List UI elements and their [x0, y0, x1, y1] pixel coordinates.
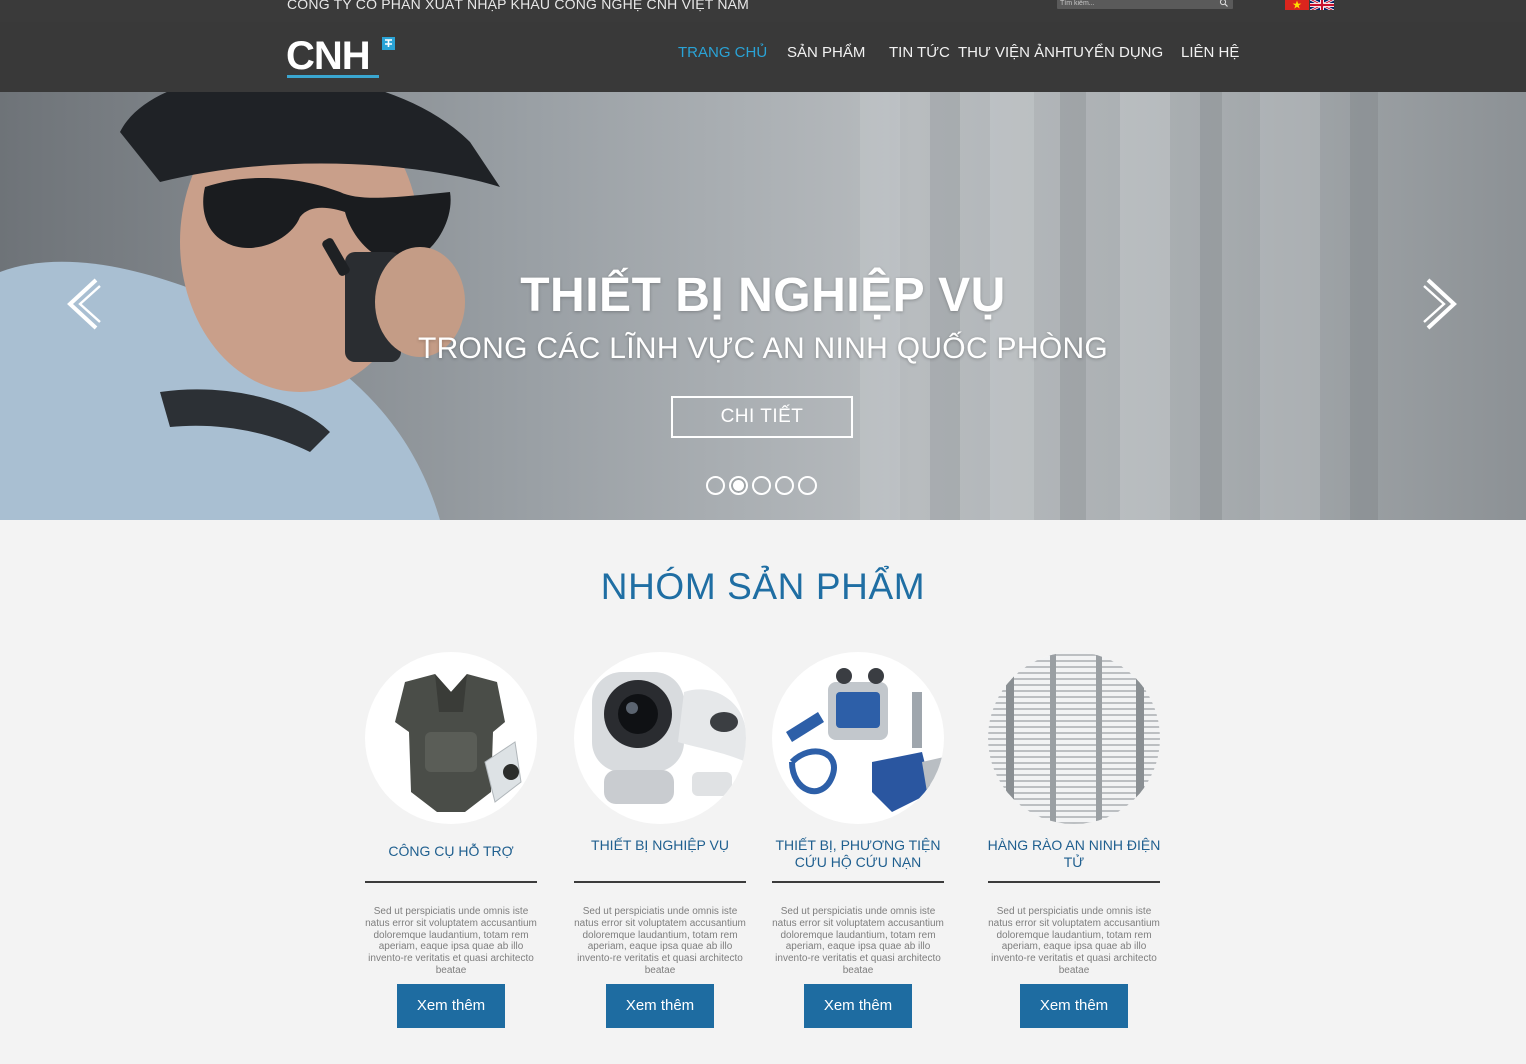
logo-underline	[287, 75, 379, 78]
search-icon[interactable]	[1219, 0, 1229, 8]
product-description: Sed ut perspiciatis unde omnis iste natu…	[365, 906, 537, 976]
product-name[interactable]: THIẾT BỊ, PHƯƠNG TIỆN CỨU HỘ CỨU NẠN	[763, 837, 953, 871]
nav-thu-vien-anh[interactable]: THƯ VIỆN ẢNH	[958, 44, 1066, 61]
top-bar: CÔNG TY CỔ PHẦN XUẤT NHẬP KHẨU CÔNG NGHỆ…	[0, 0, 1526, 22]
product-divider	[988, 881, 1160, 883]
slider-dot-3[interactable]	[752, 476, 771, 495]
vietnam-flag-icon[interactable]	[1285, 0, 1309, 10]
logo-badge-icon	[382, 37, 395, 50]
product-image-body-armor[interactable]	[365, 652, 537, 824]
nav-trang-chu[interactable]: TRANG CHỦ	[678, 44, 767, 61]
hero-title: THIẾT BỊ NGHIỆP VỤ	[520, 269, 1006, 322]
view-more-button[interactable]: Xem thêm	[606, 984, 714, 1028]
product-description: Sed ut perspiciatis unde omnis iste natu…	[772, 906, 944, 976]
view-more-button[interactable]: Xem thêm	[397, 984, 505, 1028]
cnh-logo[interactable]: CNH	[286, 35, 398, 79]
logo-text: CNH	[286, 34, 371, 78]
product-image-security-fence[interactable]	[988, 652, 1160, 824]
view-more-button[interactable]: Xem thêm	[1020, 984, 1128, 1028]
product-divider	[365, 881, 537, 883]
product-image-rescue-equipment[interactable]	[772, 652, 944, 824]
product-name[interactable]: HÀNG RÀO AN NINH ĐIỆN TỬ	[979, 837, 1169, 871]
view-more-button[interactable]: Xem thêm	[804, 984, 912, 1028]
section-title: NHÓM SẢN PHẨM	[600, 566, 926, 607]
slider-dot-5[interactable]	[798, 476, 817, 495]
product-name[interactable]: THIẾT BỊ NGHIỆP VỤ	[565, 837, 755, 854]
slider-dot-4[interactable]	[775, 476, 794, 495]
hero-detail-button[interactable]: CHI TIẾT	[671, 396, 853, 438]
uk-flag-icon[interactable]	[1310, 0, 1334, 10]
nav-lien-he[interactable]: LIÊN HỆ	[1181, 44, 1239, 61]
slider-dots	[706, 476, 820, 496]
main-navbar: CNH TRANG CHỦ SẢN PHẨM TIN TỨC THƯ VIỆN …	[0, 22, 1526, 92]
product-divider	[574, 881, 746, 883]
hero-slider: THIẾT BỊ NGHIỆP VỤ TRONG CÁC LĨNH VỰC AN…	[0, 92, 1526, 520]
hero-subtitle: TRONG CÁC LĨNH VỰC AN NINH QUỐC PHÒNG	[417, 332, 1109, 365]
product-description: Sed ut perspiciatis unde omnis iste natu…	[574, 906, 746, 976]
slider-dot-2[interactable]	[729, 476, 748, 495]
nav-san-pham[interactable]: SẢN PHẨM	[787, 44, 865, 61]
search-input[interactable]	[1060, 0, 1210, 9]
company-name: CÔNG TY CỔ PHẦN XUẤT NHẬP KHẨU CÔNG NGHỆ…	[287, 0, 750, 12]
product-name[interactable]: CÔNG CỤ HỖ TRỢ	[356, 843, 546, 860]
slider-dot-1[interactable]	[706, 476, 725, 495]
nav-tuyen-dung[interactable]: TUYỂN DỤNG	[1064, 44, 1163, 61]
product-image-cameras[interactable]	[574, 652, 746, 824]
product-divider	[772, 881, 944, 883]
product-description: Sed ut perspiciatis unde omnis iste natu…	[988, 906, 1160, 976]
nav-tin-tuc[interactable]: TIN TỨC	[889, 44, 950, 61]
search-box[interactable]	[1057, 0, 1233, 9]
